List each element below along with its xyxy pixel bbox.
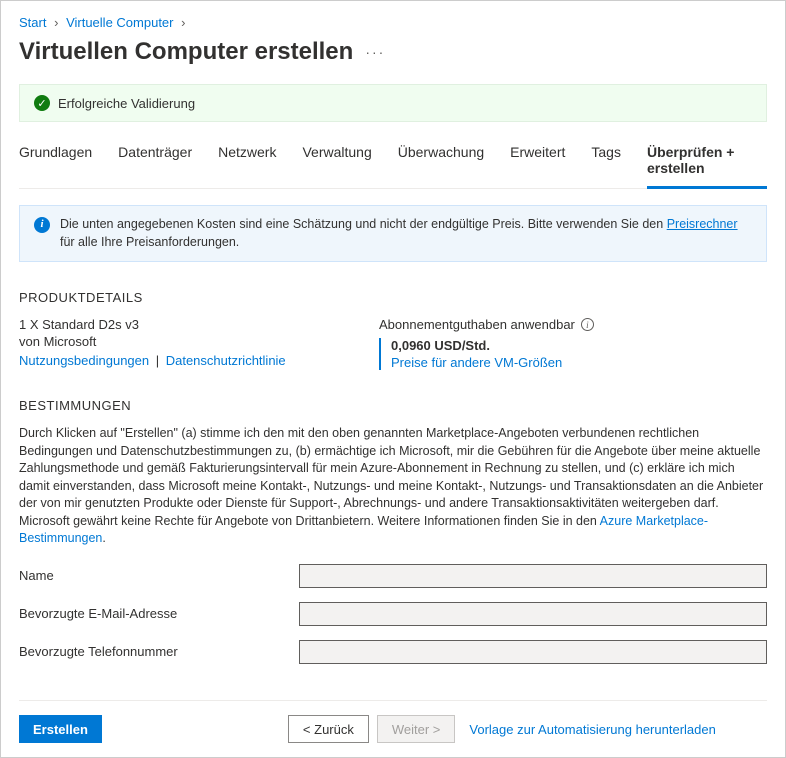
- info-outline-icon[interactable]: i: [581, 318, 594, 331]
- footer-actions: Erstellen < Zurück Weiter > Vorlage zur …: [19, 700, 767, 743]
- phone-label: Bevorzugte Telefonnummer: [19, 644, 299, 659]
- privacy-policy-link[interactable]: Datenschutzrichtlinie: [166, 353, 286, 368]
- create-button[interactable]: Erstellen: [19, 715, 102, 743]
- tab-advanced[interactable]: Erweitert: [510, 138, 565, 189]
- tab-review-create[interactable]: Überprüfen + erstellen: [647, 138, 767, 189]
- product-sku: 1 X Standard D2s v3: [19, 317, 319, 332]
- email-field[interactable]: [299, 602, 767, 626]
- name-label: Name: [19, 568, 299, 583]
- pricing-calculator-link[interactable]: Preisrechner: [667, 217, 738, 231]
- breadcrumb-vms[interactable]: Virtuelle Computer: [66, 15, 173, 30]
- product-price: 0,0960 USD/Std.: [391, 338, 767, 353]
- product-vendor: von Microsoft: [19, 334, 319, 349]
- validation-banner: ✓ Erfolgreiche Validierung: [19, 84, 767, 122]
- tab-network[interactable]: Netzwerk: [218, 138, 276, 189]
- breadcrumb-start[interactable]: Start: [19, 15, 46, 30]
- next-button: Weiter >: [377, 715, 456, 743]
- breadcrumb: Start › Virtuelle Computer ›: [19, 15, 767, 30]
- tab-disks[interactable]: Datenträger: [118, 138, 192, 189]
- tab-monitoring[interactable]: Überwachung: [398, 138, 484, 189]
- validation-message: Erfolgreiche Validierung: [58, 96, 195, 111]
- chevron-right-icon: ›: [54, 15, 58, 30]
- tab-management[interactable]: Verwaltung: [302, 138, 371, 189]
- tab-bar: Grundlagen Datenträger Netzwerk Verwaltu…: [19, 138, 767, 189]
- subscription-credit-label: Abonnementguthaben anwendbar: [379, 317, 575, 332]
- vm-sizes-pricing-link[interactable]: Preise für andere VM-Größen: [391, 355, 562, 370]
- pricing-info-callout: i Die unten angegebenen Kosten sind eine…: [19, 205, 767, 262]
- tab-basics[interactable]: Grundlagen: [19, 138, 92, 189]
- name-field[interactable]: [299, 564, 767, 588]
- pricing-info-text-post: für alle Ihre Preisanforderungen.: [60, 235, 239, 249]
- back-button[interactable]: < Zurück: [288, 715, 369, 743]
- terms-body: Durch Klicken auf "Erstellen" (a) stimme…: [19, 425, 767, 548]
- product-details-header: PRODUKTDETAILS: [19, 290, 767, 305]
- check-circle-icon: ✓: [34, 95, 50, 111]
- chevron-right-icon: ›: [181, 15, 185, 30]
- download-template-link[interactable]: Vorlage zur Automatisierung herunterlade…: [469, 722, 715, 737]
- terms-header: BESTIMMUNGEN: [19, 398, 767, 413]
- email-label: Bevorzugte E-Mail-Adresse: [19, 606, 299, 621]
- page-title: Virtuellen Computer erstellen: [19, 38, 353, 66]
- terms-of-use-link[interactable]: Nutzungsbedingungen: [19, 353, 149, 368]
- pricing-info-text-pre: Die unten angegebenen Kosten sind eine S…: [60, 217, 667, 231]
- phone-field[interactable]: [299, 640, 767, 664]
- info-icon: i: [34, 217, 50, 233]
- tab-tags[interactable]: Tags: [591, 138, 621, 189]
- more-actions-icon[interactable]: ···: [365, 44, 385, 60]
